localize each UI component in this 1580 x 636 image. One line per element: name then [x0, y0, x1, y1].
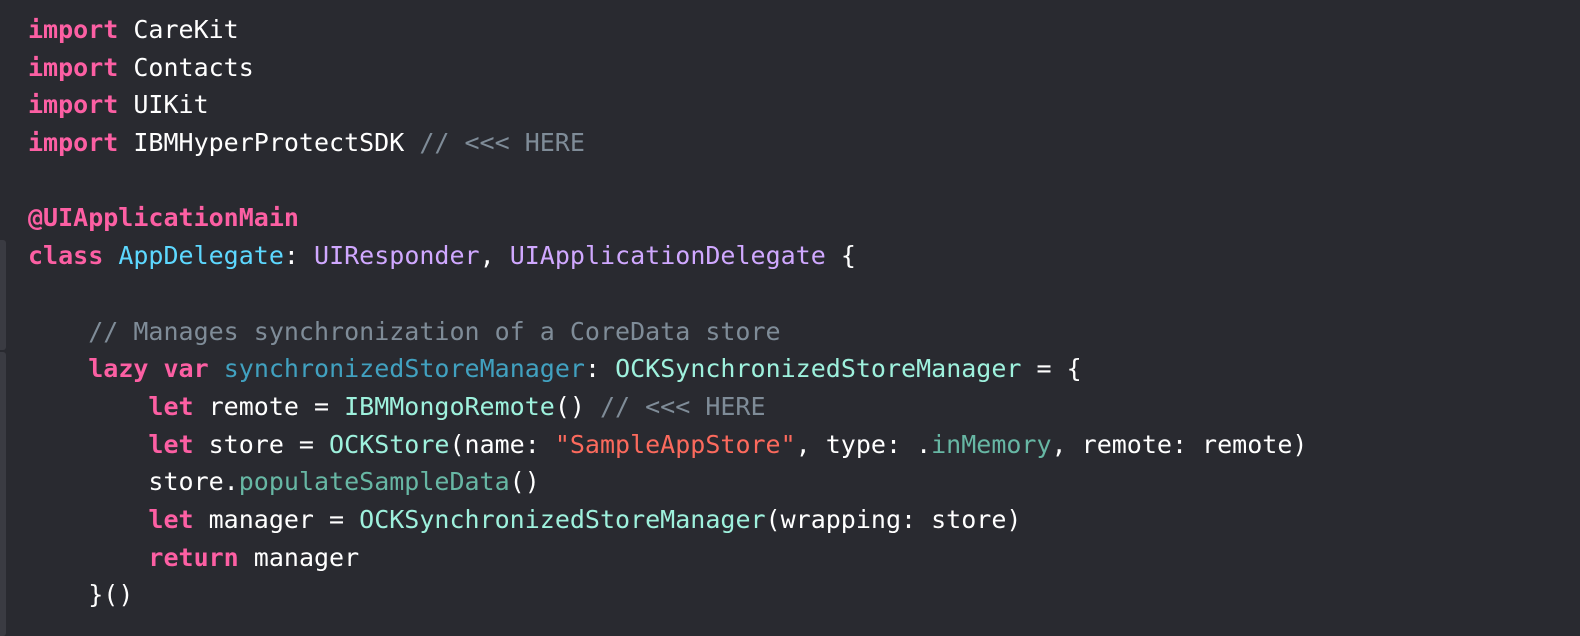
code-line[interactable]: return manager — [28, 539, 1580, 577]
code-token-plain: (wrapping: store) — [765, 504, 1022, 534]
code-token-cmt: // Manages synchronization of a CoreData… — [88, 316, 781, 346]
code-line[interactable]: let store = OCKStore(name: "SampleAppSto… — [28, 426, 1580, 464]
code-line[interactable]: import IBMHyperProtectSDK // <<< HERE — [28, 124, 1580, 162]
code-token-kw: let — [148, 391, 194, 421]
code-token-plain: manager — [238, 542, 360, 572]
code-token-plain: IBMHyperProtectSDK — [118, 128, 420, 158]
code-token-plain: , type: . — [795, 429, 932, 459]
code-token-plain: manager = — [193, 504, 360, 534]
code-token-proj-type: OCKSynchronizedStoreManager — [359, 504, 766, 534]
code-token-proj-func: inMemory — [931, 429, 1052, 459]
code-token-attr: @UIApplicationMain — [28, 203, 299, 233]
code-token-kw: let — [148, 429, 194, 459]
code-token-plain: , — [479, 241, 510, 271]
code-token-plain: UIKit — [118, 90, 209, 120]
change-indicator-bar — [0, 352, 6, 636]
code-token-cmt: // <<< HERE — [599, 391, 766, 421]
code-token-plain: (name: — [449, 429, 555, 459]
code-token-proj-type: IBMMongoRemote — [344, 391, 555, 421]
code-token-plain: store. — [148, 467, 239, 497]
code-token-kw: import — [28, 52, 119, 82]
code-token-cmt: // <<< HERE — [419, 128, 585, 158]
code-token-decl-type: AppDelegate — [118, 241, 284, 271]
code-line[interactable]: store.populateSampleData() — [28, 463, 1580, 501]
code-token-kw: return — [148, 542, 239, 572]
code-editor[interactable]: import CareKit import Contacts import UIKi… — [28, 11, 1580, 614]
code-token-plain: store = — [193, 429, 330, 459]
code-line[interactable]: @UIApplicationMain — [28, 199, 1580, 237]
code-token-plain: = { — [1021, 354, 1082, 384]
code-token-kw: class — [28, 241, 104, 271]
code-line[interactable]: ​ — [28, 162, 1580, 200]
code-line[interactable]: lazy var synchronizedStoreManager: OCKSy… — [28, 350, 1580, 388]
code-line[interactable]: import Contacts — [28, 49, 1580, 87]
code-token-proj-type: OCKSynchronizedStoreManager — [615, 354, 1022, 384]
code-token-kw: import — [28, 90, 119, 120]
code-token-plain: Contacts — [118, 52, 254, 82]
code-token-plain: { — [825, 241, 856, 271]
code-line[interactable]: // Manages synchronization of a CoreData… — [28, 313, 1580, 351]
code-token-plain: remote = — [193, 391, 345, 421]
code-line[interactable]: let manager = OCKSynchronizedStoreManage… — [28, 501, 1580, 539]
code-token-plain: CareKit — [118, 15, 239, 44]
code-line[interactable]: let remote = IBMMongoRemote() // <<< HER… — [28, 388, 1580, 426]
code-token-plain: () — [509, 467, 540, 497]
code-token-plain: : — [283, 241, 315, 271]
code-token-proj-type: OCKStore — [329, 429, 450, 459]
code-line[interactable]: ​ — [28, 275, 1580, 313]
change-indicator-bar — [0, 240, 6, 350]
code-token-kw: lazy — [88, 354, 149, 384]
code-token-sys-type: UIResponder — [314, 241, 480, 271]
code-token-plain: }() — [88, 580, 134, 610]
code-line[interactable]: }() — [28, 576, 1580, 614]
code-line[interactable]: class AppDelegate: UIResponder, UIApplic… — [28, 237, 1580, 275]
code-line[interactable]: import CareKit — [28, 11, 1580, 49]
code-token-kw: let — [148, 504, 194, 534]
code-token-proj-func: populateSampleData — [238, 467, 510, 497]
code-token-plain: : — [584, 354, 616, 384]
code-token-kw: import — [28, 15, 119, 44]
code-token-decl-var: synchronizedStoreManager — [223, 354, 585, 384]
code-token-str: "SampleAppStore" — [554, 429, 796, 459]
code-token-plain: , remote: remote) — [1051, 429, 1308, 459]
code-token-plain: () — [554, 391, 600, 421]
code-token-kw: import — [28, 128, 119, 158]
code-token-sys-type: UIApplicationDelegate — [509, 241, 826, 271]
code-token-kw: var — [163, 354, 209, 384]
code-line[interactable]: import UIKit — [28, 86, 1580, 124]
